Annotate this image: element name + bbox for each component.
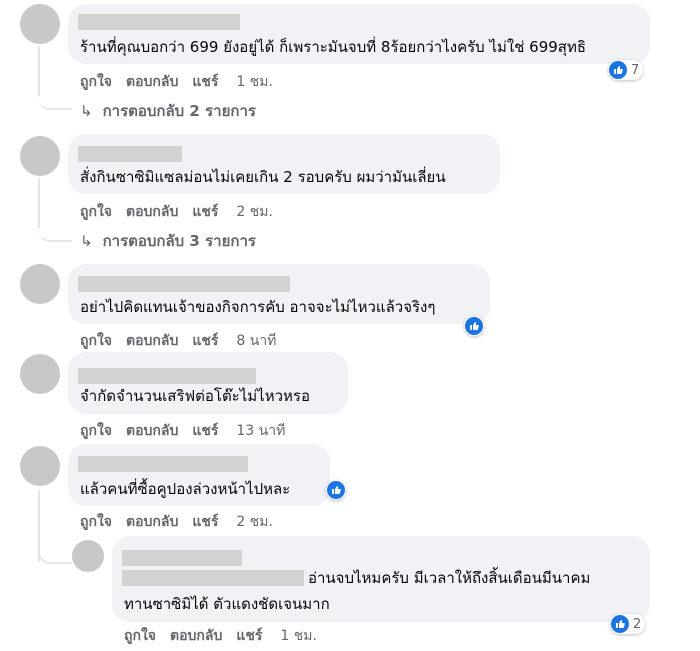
comment-bubble: ร้านที่คุณบอกว่า 699 ยังอยู่ได้ ก็เพราะม… — [68, 4, 650, 64]
reply-link[interactable]: ตอบกลับ — [126, 333, 178, 349]
share-link[interactable]: แชร์ — [236, 628, 262, 644]
thumbs-up-icon — [611, 615, 629, 633]
timestamp[interactable]: 1 ชม. — [280, 628, 317, 644]
like-link[interactable]: ถูกใจ — [124, 628, 156, 644]
reply-link[interactable]: ตอบกลับ — [126, 514, 178, 530]
thumbs-up-icon — [465, 317, 483, 335]
comment-actions: ถูกใจ ตอบกลับ แชร์ 8 นาที — [80, 330, 290, 352]
comment-actions: ถูกใจ ตอบกลับ แชร์ 13 นาที — [80, 420, 299, 442]
reply-text-line2: ทานซาซิมิได้ ตัวแดงชัดเจนมาก — [124, 595, 330, 613]
thumbs-up-icon — [609, 61, 627, 79]
thumbs-up-icon — [327, 481, 345, 499]
like-link[interactable]: ถูกใจ — [80, 204, 112, 220]
thread-line — [38, 46, 40, 96]
view-replies-label: การตอบกลับ 2 รายการ — [102, 102, 256, 120]
timestamp[interactable]: 1 ชม. — [236, 74, 273, 90]
redacted-author-name — [78, 14, 240, 30]
avatar[interactable] — [20, 4, 60, 44]
like-link[interactable]: ถูกใจ — [80, 333, 112, 349]
reply-bubble: อ่านจบไหมครับ มีเวลาให้ถึงสิ้นเดือนมีนาค… — [112, 536, 650, 622]
redacted-author-name — [78, 456, 248, 472]
redacted-author-name — [78, 276, 290, 292]
comment-text: ร้านที่คุณบอกว่า 699 ยังอยู่ได้ ก็เพราะม… — [80, 38, 587, 56]
comment-actions: ถูกใจ ตอบกลับ แชร์ 2 ชม. — [80, 201, 287, 223]
reply-text-line1: อ่านจบไหมครับ มีเวลาให้ถึงสิ้นเดือนมีนาค… — [308, 569, 591, 587]
share-link[interactable]: แชร์ — [192, 333, 218, 349]
avatar[interactable] — [20, 136, 60, 176]
comment-actions: ถูกใจ ตอบกลับ แชร์ 2 ชม. — [80, 511, 287, 533]
redacted-mention — [122, 570, 304, 586]
timestamp[interactable]: 2 ชม. — [236, 204, 273, 220]
comment-bubble: สั่งกินซาซิมิแซลม่อนไม่เคยเกิน 2 รอบครับ… — [68, 134, 500, 194]
share-link[interactable]: แชร์ — [192, 74, 218, 90]
reply-link[interactable]: ตอบกลับ — [170, 628, 222, 644]
thread-connector — [38, 550, 72, 564]
share-link[interactable]: แชร์ — [192, 423, 218, 439]
comment-bubble: อย่าไปคิดแทนเจ้าของกิจการคับ อาจจะไม่ไหว… — [68, 264, 490, 324]
like-link[interactable]: ถูกใจ — [80, 514, 112, 530]
reaction-count-value: 2 — [633, 616, 642, 632]
thread-connector — [38, 94, 72, 110]
thread-connector — [38, 226, 72, 242]
thread-line — [38, 178, 40, 228]
reply-arrow-icon: ↳ — [80, 232, 93, 250]
reaction-count[interactable] — [326, 480, 346, 500]
redacted-author-name — [78, 146, 182, 162]
share-link[interactable]: แชร์ — [192, 204, 218, 220]
comment-text: สั่งกินซาซิมิแซลม่อนไม่เคยเกิน 2 รอบครับ… — [80, 168, 446, 186]
redacted-author-name — [122, 550, 242, 566]
view-replies-link[interactable]: ↳ การตอบกลับ 2 รายการ — [80, 99, 256, 123]
like-link[interactable]: ถูกใจ — [80, 74, 112, 90]
timestamp[interactable]: 2 ชม. — [236, 514, 273, 530]
timestamp[interactable]: 13 นาที — [236, 423, 285, 439]
comment-text: จำกัดจำนวนเสริฟต่อโต๊ะไม่ไหวหรอ — [80, 387, 310, 405]
comment-bubble: จำกัดจำนวนเสริฟต่อโต๊ะไม่ไหวหรอ — [68, 352, 348, 414]
view-replies-link[interactable]: ↳ การตอบกลับ 3 รายการ — [80, 229, 256, 253]
reaction-count[interactable] — [464, 316, 484, 336]
reply-arrow-icon: ↳ — [80, 102, 93, 120]
view-replies-label: การตอบกลับ 3 รายการ — [102, 232, 256, 250]
reply-actions: ถูกใจ ตอบกลับ แชร์ 1 ชม. — [124, 625, 331, 647]
reaction-count[interactable]: 7 — [608, 60, 644, 80]
reply-link[interactable]: ตอบกลับ — [126, 74, 178, 90]
like-link[interactable]: ถูกใจ — [80, 423, 112, 439]
avatar[interactable] — [20, 354, 60, 394]
avatar[interactable] — [20, 264, 60, 304]
comment-text: แล้วคนที่ซื้อคูปองล่วงหน้าไปหละ — [80, 480, 291, 498]
share-link[interactable]: แชร์ — [192, 514, 218, 530]
reply-avatar[interactable] — [72, 540, 104, 572]
comment-text: อย่าไปคิดแทนเจ้าของกิจการคับ อาจจะไม่ไหว… — [80, 298, 436, 316]
timestamp[interactable]: 8 นาที — [236, 333, 276, 349]
comment-bubble: แล้วคนที่ซื้อคูปองล่วงหน้าไปหละ — [68, 444, 330, 506]
reaction-count[interactable]: 2 — [610, 614, 646, 634]
reply-link[interactable]: ตอบกลับ — [126, 204, 178, 220]
avatar[interactable] — [20, 446, 60, 486]
comment-actions: ถูกใจ ตอบกลับ แชร์ 1 ชม. — [80, 71, 287, 93]
reply-link[interactable]: ตอบกลับ — [126, 423, 178, 439]
reaction-count-value: 7 — [631, 62, 640, 78]
